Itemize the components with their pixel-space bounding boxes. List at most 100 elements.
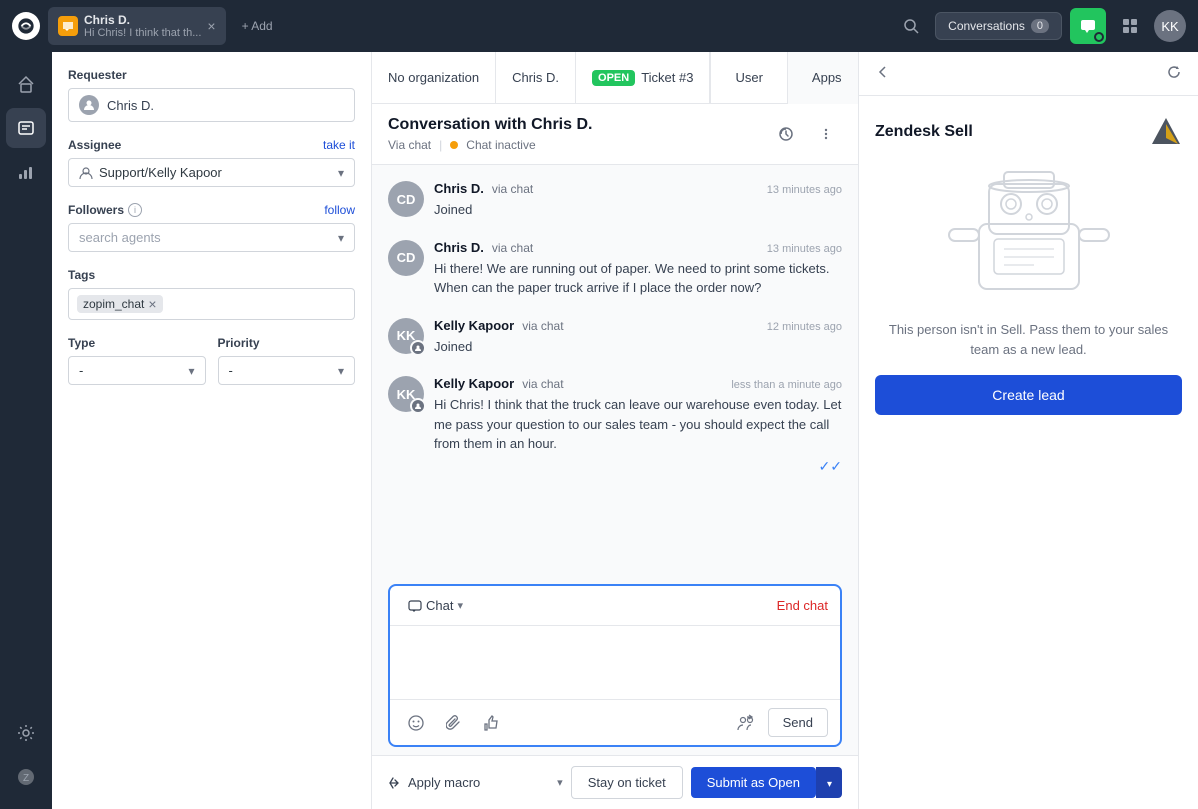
secondary-sidebar: Requester Chris D. Assignee take it — [52, 52, 372, 809]
assignee-value: Support/Kelly Kapoor — [99, 165, 222, 180]
inactive-status-dot — [450, 141, 458, 149]
breadcrumb-bar: No organization Chris D. OPEN Ticket #3 … — [372, 52, 858, 104]
chat-mode-chevron — [457, 599, 463, 612]
chat-title: Conversation with Chris D. — [388, 116, 592, 134]
stay-on-ticket-button[interactable]: Stay on ticket — [571, 766, 683, 799]
search-agents-input[interactable]: search agents — [68, 223, 355, 252]
assignee-chevron — [338, 166, 344, 180]
msg-time-2: 13 minutes ago — [767, 243, 842, 255]
sell-content: Zendesk Sell — [859, 96, 1198, 435]
tag-zopim-chat: zopim_chat × — [77, 295, 163, 313]
assignee-select[interactable]: Support/Kelly Kapoor — [68, 158, 355, 187]
user-avatar[interactable]: KK — [1154, 10, 1186, 42]
more-options-button[interactable] — [810, 118, 842, 150]
msg-via-4: via chat — [522, 377, 563, 391]
msg-text-3: Joined — [434, 337, 842, 357]
attachment-button[interactable] — [440, 709, 468, 737]
msg-text-1: Joined — [434, 200, 842, 220]
msg-avatar-2: CD — [388, 240, 424, 276]
like-button[interactable] — [478, 709, 506, 737]
nav-tickets[interactable] — [6, 108, 46, 148]
emoji-button[interactable] — [402, 709, 430, 737]
nav-settings[interactable] — [6, 713, 46, 753]
breadcrumb-ticket-label: Ticket #3 — [641, 70, 693, 85]
conversations-button[interactable]: Conversations 0 — [935, 12, 1062, 40]
type-select[interactable]: - — [68, 356, 206, 385]
macro-chevron — [557, 776, 563, 789]
requester-input[interactable]: Chris D. — [68, 88, 355, 122]
tags-container[interactable]: zopim_chat × — [68, 288, 355, 320]
chat-status-button[interactable] — [1070, 8, 1106, 44]
tab-user[interactable]: User — [710, 52, 786, 104]
msg-via-2: via chat — [492, 241, 533, 255]
chat-status: Chat inactive — [466, 138, 535, 152]
conversations-badge: 0 — [1031, 19, 1049, 33]
tab-apps[interactable]: Apps — [787, 52, 858, 104]
topbar-actions: Conversations 0 KK — [895, 8, 1186, 44]
chat-input-toolbar: Chat End chat — [390, 586, 840, 626]
take-it-link[interactable]: take it — [323, 138, 355, 152]
grid-view-button[interactable] — [1114, 10, 1146, 42]
requester-avatar — [79, 95, 99, 115]
msg-avatar-4: KK — [388, 376, 424, 412]
nav-home[interactable] — [6, 64, 46, 104]
chat-mode-label: Chat — [426, 598, 453, 613]
requester-label: Requester — [68, 68, 355, 82]
chat-header-actions — [770, 118, 842, 150]
type-section: Type - — [68, 336, 206, 385]
tab-close-button[interactable]: × — [207, 18, 215, 34]
submit-open-dropdown[interactable]: ▾ — [816, 767, 842, 798]
breadcrumb-no-org[interactable]: No organization — [372, 52, 496, 103]
submit-open-button[interactable]: Submit as Open — [691, 767, 816, 798]
search-agents-placeholder: search agents — [79, 230, 161, 245]
app-logo — [12, 12, 40, 40]
history-button[interactable] — [770, 118, 802, 150]
create-lead-button[interactable]: Create lead — [875, 375, 1182, 415]
msg-avatar-3: KK — [388, 318, 424, 354]
sidebar-form: Requester Chris D. Assignee take it — [52, 52, 371, 809]
msg-time-1: 13 minutes ago — [767, 184, 842, 196]
follow-link[interactable]: follow — [324, 203, 355, 217]
followers-info-icon[interactable]: i — [128, 203, 142, 217]
message-4: KK Kelly Kapoor via chat less than a min… — [388, 376, 842, 475]
svg-text:Z: Z — [23, 773, 29, 784]
refresh-button[interactable] — [1166, 64, 1182, 83]
msg-avatar-badge-4 — [410, 398, 426, 414]
priority-label: Priority — [218, 336, 356, 350]
right-panel-header — [859, 52, 1198, 96]
msg-sender-1: Chris D. — [434, 181, 484, 196]
send-button[interactable]: Send — [768, 708, 828, 737]
add-tab-button[interactable]: + Add — [234, 15, 281, 37]
messages-area: CD Chris D. via chat 13 minutes ago Join… — [372, 165, 858, 584]
end-chat-button[interactable]: End chat — [777, 598, 828, 613]
collapse-button[interactable] — [875, 64, 891, 83]
type-chevron — [188, 364, 194, 378]
search-button[interactable] — [895, 10, 927, 42]
tags-section: Tags zopim_chat × — [68, 268, 355, 320]
active-tab[interactable]: Chris D. Hi Chris! I think that th... × — [48, 7, 226, 45]
breadcrumb-ticket[interactable]: OPEN Ticket #3 — [576, 52, 710, 103]
priority-select[interactable]: - — [218, 356, 356, 385]
message-3: KK Kelly Kapoor via chat 12 minutes ago … — [388, 318, 842, 357]
breadcrumb-customer[interactable]: Chris D. — [496, 52, 576, 103]
chat-actions-bar: Send — [390, 699, 840, 745]
right-panel: Zendesk Sell — [858, 52, 1198, 809]
agents-chevron — [338, 231, 344, 245]
msg-status-4: ✓✓ — [434, 458, 842, 475]
conversations-label: Conversations — [948, 19, 1025, 33]
macro-bar: Apply macro Stay on ticket Submit as Ope… — [372, 755, 858, 809]
priority-chevron — [338, 364, 344, 378]
topbar: Chris D. Hi Chris! I think that th... × … — [0, 0, 1198, 52]
tag-remove-button[interactable]: × — [148, 297, 156, 311]
transfer-button[interactable] — [732, 709, 760, 737]
nav-reports[interactable] — [6, 152, 46, 192]
user-apps-tabs: User Apps — [710, 52, 858, 104]
apply-macro-button[interactable]: Apply macro — [388, 775, 563, 790]
sell-title: Zendesk Sell — [875, 123, 973, 141]
chat-header: Conversation with Chris D. Via chat | Ch… — [372, 104, 858, 165]
nav-zendesk[interactable]: Z — [6, 757, 46, 797]
chat-mode-button[interactable]: Chat — [402, 594, 469, 617]
chat-textarea[interactable] — [390, 626, 840, 696]
chat-via: Via chat — [388, 138, 431, 152]
priority-value: - — [229, 363, 233, 378]
